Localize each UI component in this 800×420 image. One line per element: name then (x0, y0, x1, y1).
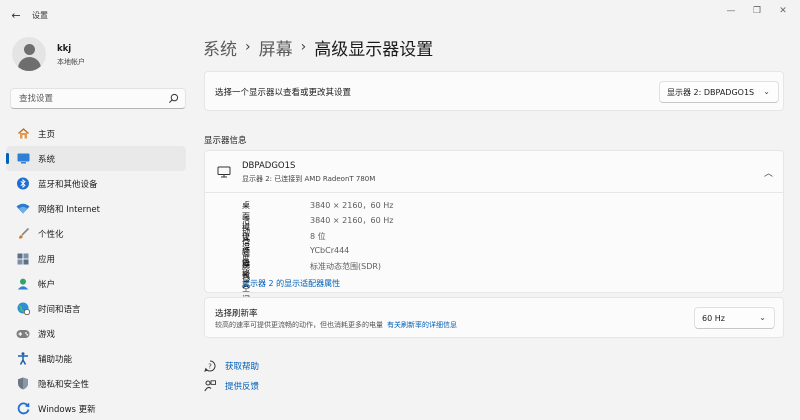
sidebar-item-system[interactable]: 系统 (6, 146, 186, 171)
window-title: 设置 (32, 11, 48, 20)
display-dropdown-value: 显示器 2: DBPADGO1S (667, 87, 755, 97)
page-title: 高级显示器设置 (314, 39, 434, 60)
sidebar-item-time-language[interactable]: 时间和语言 (6, 296, 186, 321)
title-bar: ← 设置 — ❐ ✕ (0, 0, 800, 30)
display-select-card: 选择一个显示器以查看或更改其设置 显示器 2: DBPADGO1S ⌄ (204, 71, 784, 111)
chevron-down-icon: ⌄ (759, 313, 766, 322)
sidebar-item-label: 系统 (38, 154, 56, 165)
accessibility-icon (16, 352, 30, 366)
display-select-label: 选择一个显示器以查看或更改其设置 (215, 88, 352, 98)
avatar-body-shape (18, 57, 41, 71)
sidebar-item-network[interactable]: 网络和 Internet (6, 196, 186, 221)
brush-icon (16, 227, 30, 241)
sidebar-item-bluetooth[interactable]: 蓝牙和其他设备 (6, 171, 186, 196)
sidebar-item-label: 网络和 Internet (38, 204, 100, 215)
chevron-right-icon: › (245, 39, 251, 55)
sidebar-item-label: 应用 (38, 254, 56, 265)
refresh-rate-description-text: 较高的速率可提供更流畅的动作，但也消耗更多的电量 (215, 321, 383, 329)
feedback-link[interactable]: 提供反馈 (204, 379, 259, 393)
breadcrumb: 系统 › 屏幕 › 高级显示器设置 (203, 34, 433, 60)
globe-clock-icon (16, 302, 30, 316)
display-dropdown[interactable]: 显示器 2: DBPADGO1S ⌄ (659, 81, 779, 103)
sidebar-item-personalization[interactable]: 个性化 (6, 221, 186, 246)
info-value: 8 位 (310, 231, 326, 241)
feedback-label: 提供反馈 (225, 382, 260, 392)
sidebar-item-label: 蓝牙和其他设备 (38, 179, 98, 190)
search-input[interactable] (11, 89, 161, 108)
info-value: 标准动态范围(SDR) (310, 262, 382, 272)
wifi-icon (16, 202, 30, 216)
info-value: 3840 × 2160，60 Hz (310, 201, 394, 210)
sidebar-item-label: 辅助功能 (38, 354, 73, 365)
avatar[interactable] (12, 37, 46, 71)
feedback-icon (204, 380, 216, 392)
chevron-right-icon: › (300, 39, 307, 55)
breadcrumb-item-system[interactable]: 系统 (203, 35, 237, 60)
display-info-card: DBPADGO1S 显示器 2: 已连接到 AMD RadeonT 780M ︿… (204, 150, 784, 304)
account-icon (16, 277, 30, 291)
info-value: 3840 × 2160，60 Hz (310, 216, 394, 226)
user-name: kkj (57, 44, 72, 54)
adapter-properties-link[interactable]: 显示器 2 的显示适配器属性 (242, 278, 340, 289)
sidebar-item-label: 时间和语言 (38, 304, 81, 315)
shield-icon (16, 377, 30, 391)
sidebar-item-windows-update[interactable]: Windows 更新 (6, 396, 186, 420)
refresh-rate-card: 选择刷新率 较高的速率可提供更流畅的动作，但也消耗更多的电量 有关刷新率的详细信息… (204, 297, 784, 338)
help-icon: ? (204, 360, 216, 372)
home-icon (16, 127, 30, 141)
sidebar-nav: 主页 系统 蓝牙和其他设备 网络和 Internet 个性化 应用 帐户 时间和… (6, 121, 186, 420)
sidebar-item-label: 隐私和安全性 (38, 379, 90, 390)
close-icon[interactable]: ✕ (772, 4, 794, 18)
back-arrow-icon[interactable]: ← (8, 7, 24, 23)
sidebar-item-label: 个性化 (38, 229, 64, 240)
bluetooth-icon (16, 177, 30, 191)
sidebar-item-gaming[interactable]: 游戏 (6, 321, 186, 346)
sidebar-item-apps[interactable]: 应用 (6, 246, 186, 271)
sidebar-item-privacy[interactable]: 隐私和安全性 (6, 371, 186, 396)
search-icon[interactable] (168, 93, 179, 104)
sidebar-item-home[interactable]: 主页 (6, 121, 186, 146)
info-value: YCbCr444 (310, 245, 350, 255)
maximize-icon[interactable]: ❐ (746, 4, 768, 18)
sidebar-item-label: 主页 (38, 129, 56, 140)
update-icon (16, 402, 30, 416)
refresh-rate-value: 60 Hz (702, 313, 725, 323)
display-info-header[interactable]: DBPADGO1S 显示器 2: 已连接到 AMD RadeonT 780M ︿ (205, 151, 783, 193)
get-help-link[interactable]: ? 获取帮助 (204, 359, 259, 373)
get-help-label: 获取帮助 (225, 362, 260, 372)
breadcrumb-item-display[interactable]: 屏幕 (259, 35, 293, 60)
chevron-up-icon[interactable]: ︿ (764, 166, 773, 179)
sidebar-item-label: Windows 更新 (38, 404, 96, 415)
gamepad-icon (16, 327, 30, 341)
section-title: 显示器信息 (204, 136, 247, 146)
chevron-down-icon: ⌄ (763, 87, 770, 96)
sidebar-item-accessibility[interactable]: 辅助功能 (6, 346, 186, 371)
sidebar-item-accounts[interactable]: 帐户 (6, 271, 186, 296)
refresh-rate-dropdown[interactable]: 60 Hz ⌄ (694, 307, 775, 329)
sidebar-item-label: 帐户 (38, 279, 56, 290)
svg-text:?: ? (208, 363, 212, 371)
refresh-rate-title: 选择刷新率 (215, 309, 258, 319)
avatar-head-shape (24, 44, 35, 55)
refresh-rate-description: 较高的速率可提供更流畅的动作，但也消耗更多的电量 有关刷新率的详细信息 (215, 320, 457, 330)
apps-icon (16, 252, 30, 266)
search-box (10, 88, 186, 109)
monitor-subtitle: 显示器 2: 已连接到 AMD RadeonT 780M (242, 175, 376, 183)
monitor-name: DBPADGO1S (242, 161, 296, 171)
refresh-rate-info-link[interactable]: 有关刷新率的详细信息 (387, 321, 457, 329)
account-type: 本地帐户 (57, 58, 85, 66)
system-icon (16, 152, 30, 166)
monitor-icon (217, 166, 231, 178)
sidebar-item-label: 游戏 (38, 329, 56, 340)
minimize-icon[interactable]: — (720, 4, 742, 18)
